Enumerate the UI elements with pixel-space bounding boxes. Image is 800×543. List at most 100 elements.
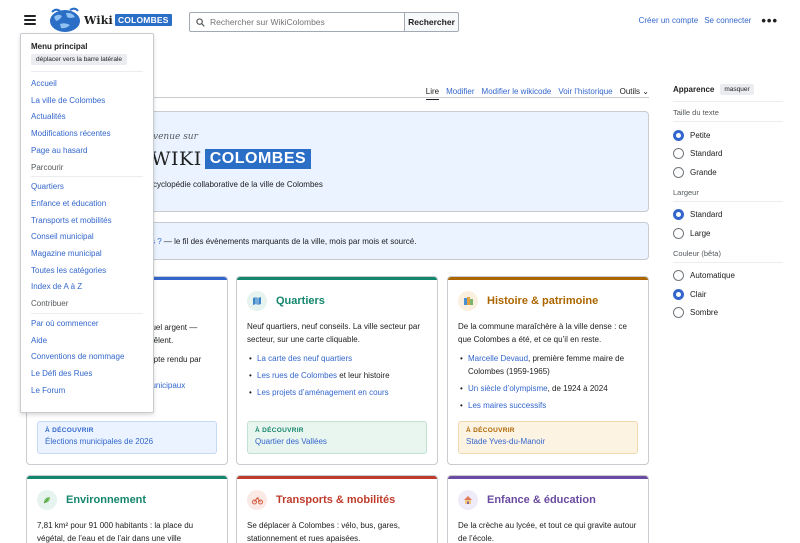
hamburger-line (24, 23, 36, 25)
menu-item-actualites[interactable]: Actualités (31, 109, 143, 126)
create-account-link[interactable]: Créer un compte (639, 16, 699, 25)
card-title[interactable]: Environnement (66, 494, 146, 506)
radio-selected[interactable] (673, 288, 684, 300)
tab-edit[interactable]: Modifier (446, 87, 474, 100)
radio-option[interactable]: Grande (673, 163, 783, 182)
card-description: Neuf quartiers, neuf conseils. La ville … (247, 322, 420, 344)
map-icon (247, 291, 267, 311)
tools-dropdown[interactable]: Outils ⌄ (620, 87, 649, 100)
radio-selected[interactable] (673, 129, 684, 141)
menu-item-commencer[interactable]: Par où commencer (31, 316, 143, 333)
card-body: Neuf quartiers, neuf conseils. La ville … (237, 312, 437, 399)
news-banner: s ? — le fil des évènements marquants de… (120, 222, 649, 260)
list-item: La carte des neuf quartiers (247, 352, 427, 365)
radio-option[interactable]: Standard (673, 145, 783, 164)
welcome-title: WIKI COLOMBES (151, 148, 312, 170)
menu-item-conventions[interactable]: Conventions de nommage (31, 349, 143, 366)
width-label: Largeur (673, 187, 699, 197)
menu-divider (31, 71, 143, 72)
search-button[interactable]: Rechercher (404, 12, 459, 32)
login-link[interactable]: Se connecter (704, 16, 751, 25)
radio-unselected[interactable] (673, 270, 684, 282)
list-item-text: , de 1924 à 2024 (547, 384, 608, 393)
menu-item-index[interactable]: Index de A à Z (31, 279, 143, 296)
hide-appearance-button[interactable]: masquer (720, 84, 754, 95)
appearance-panel: Apparence masquer Taille du texte Petite… (673, 84, 783, 322)
card-body: De la crèche au lycée, et tout ce qui gr… (448, 511, 648, 543)
discover-link[interactable]: Élections municipales de 2026 (45, 437, 209, 446)
hamburger-line (24, 15, 36, 17)
card-link[interactable]: Les maires successifs (468, 401, 546, 410)
hamburger-line (24, 19, 36, 21)
card-link[interactable]: Un siècle d’olympisme (468, 384, 548, 393)
list-item: Les rues de Colombes et leur histoire (247, 369, 427, 382)
card-link[interactable]: Marcelle Devaud (468, 354, 528, 363)
more-options-icon[interactable]: ••• (761, 14, 778, 27)
radio-unselected[interactable] (673, 227, 684, 239)
card-body: 7,81 km² pour 91 000 habitants : la plac… (27, 511, 227, 543)
menu-item-modifications[interactable]: Modifications récentes (31, 126, 143, 143)
card-title[interactable]: Histoire & patrimoine (487, 295, 598, 307)
move-to-sidebar-button[interactable]: déplacer vers la barre latérale (31, 54, 127, 65)
menu-item-defi[interactable]: Le Défi des Rues (31, 366, 143, 383)
radio-selected[interactable] (673, 209, 684, 221)
card-environnement: Environnement 7,81 km² pour 91 000 habit… (26, 475, 228, 543)
radio-option[interactable]: Standard (673, 206, 783, 225)
list-item: Les projets d’aménagement en cours (247, 386, 427, 399)
radio-option[interactable]: Sombre (673, 304, 783, 323)
menu-item-accueil[interactable]: Accueil (31, 76, 143, 93)
list-item-text: et leur histoire (337, 371, 390, 380)
discover-link[interactable]: Stade Yves-du-Manoir (466, 437, 630, 446)
tab-read[interactable]: Lire (425, 87, 440, 100)
menu-item-quartiers[interactable]: Quartiers (31, 179, 143, 196)
search-box[interactable] (189, 12, 405, 32)
logo-colombes: COLOMBES (114, 14, 172, 26)
books-icon (458, 291, 478, 311)
list-item: Les maires successifs (458, 399, 638, 412)
main-menu-toggle[interactable] (24, 15, 36, 25)
radio-unselected[interactable] (673, 307, 684, 319)
menu-item-hasard[interactable]: Page au hasard (31, 143, 143, 160)
menu-item-forum[interactable]: Le Forum (31, 383, 143, 400)
menu-item-magazine[interactable]: Magazine municipal (31, 246, 143, 263)
welcome-intro: venue sur (153, 132, 198, 142)
radio-option[interactable]: Petite (673, 126, 783, 145)
card-transports: Transports & mobilités Se déplacer à Col… (236, 475, 438, 543)
radio-option[interactable]: Clair (673, 285, 783, 304)
leaf-icon (37, 490, 57, 510)
radio-option[interactable]: Large (673, 224, 783, 243)
card-title[interactable]: Quartiers (276, 295, 325, 307)
menu-section-contribuer: Contribuer (31, 299, 69, 309)
search-input[interactable] (210, 17, 390, 27)
site-logo[interactable]: Wiki COLOMBES (48, 7, 172, 33)
page-tabs: Lire Modifier Modifier le wikicode Voir … (140, 80, 649, 100)
option-label: Grande (690, 167, 717, 177)
card-quartiers: Quartiers Neuf quartiers, neuf conseils.… (236, 276, 438, 465)
radio-unselected[interactable] (673, 148, 684, 160)
card-title[interactable]: Transports & mobilités (276, 494, 395, 506)
tab-history[interactable]: Voir l’historique (558, 87, 612, 100)
card-title[interactable]: Enfance & éducation (487, 494, 596, 506)
discover-box: À DÉCOUVRIR Quartier des Vallées (247, 421, 427, 454)
menu-item-aide[interactable]: Aide (31, 333, 143, 350)
radio-unselected[interactable] (673, 166, 684, 178)
menu-divider (31, 176, 143, 178)
menu-item-enfance[interactable]: Enfance et éducation (31, 196, 143, 213)
tab-edit-source[interactable]: Modifier le wikicode (482, 87, 552, 100)
option-label: Automatique (690, 271, 735, 281)
main-menu-panel: Menu principal déplacer vers la barre la… (20, 33, 154, 413)
logo-wordmark: Wiki COLOMBES (84, 14, 172, 27)
radio-option[interactable]: Automatique (673, 267, 783, 286)
menu-item-transports[interactable]: Transports et mobilités (31, 213, 143, 230)
card-link[interactable]: Les projets d’aménagement en cours (257, 388, 389, 397)
logo-wiki: Wiki (84, 13, 113, 27)
chevron-down-icon: ⌄ (642, 87, 649, 96)
menu-item-conseil[interactable]: Conseil municipal (31, 229, 143, 246)
card-link[interactable]: Les rues de Colombes (257, 371, 337, 380)
discover-link[interactable]: Quartier des Vallées (255, 437, 419, 446)
appearance-title: Apparence (673, 85, 715, 94)
card-link[interactable]: La carte des neuf quartiers (257, 354, 352, 363)
menu-item-categories[interactable]: Toutes les catégories (31, 263, 143, 280)
personal-tools: Créer un compte Se connecter ••• (639, 14, 778, 27)
menu-item-ville[interactable]: La ville de Colombes (31, 93, 143, 110)
